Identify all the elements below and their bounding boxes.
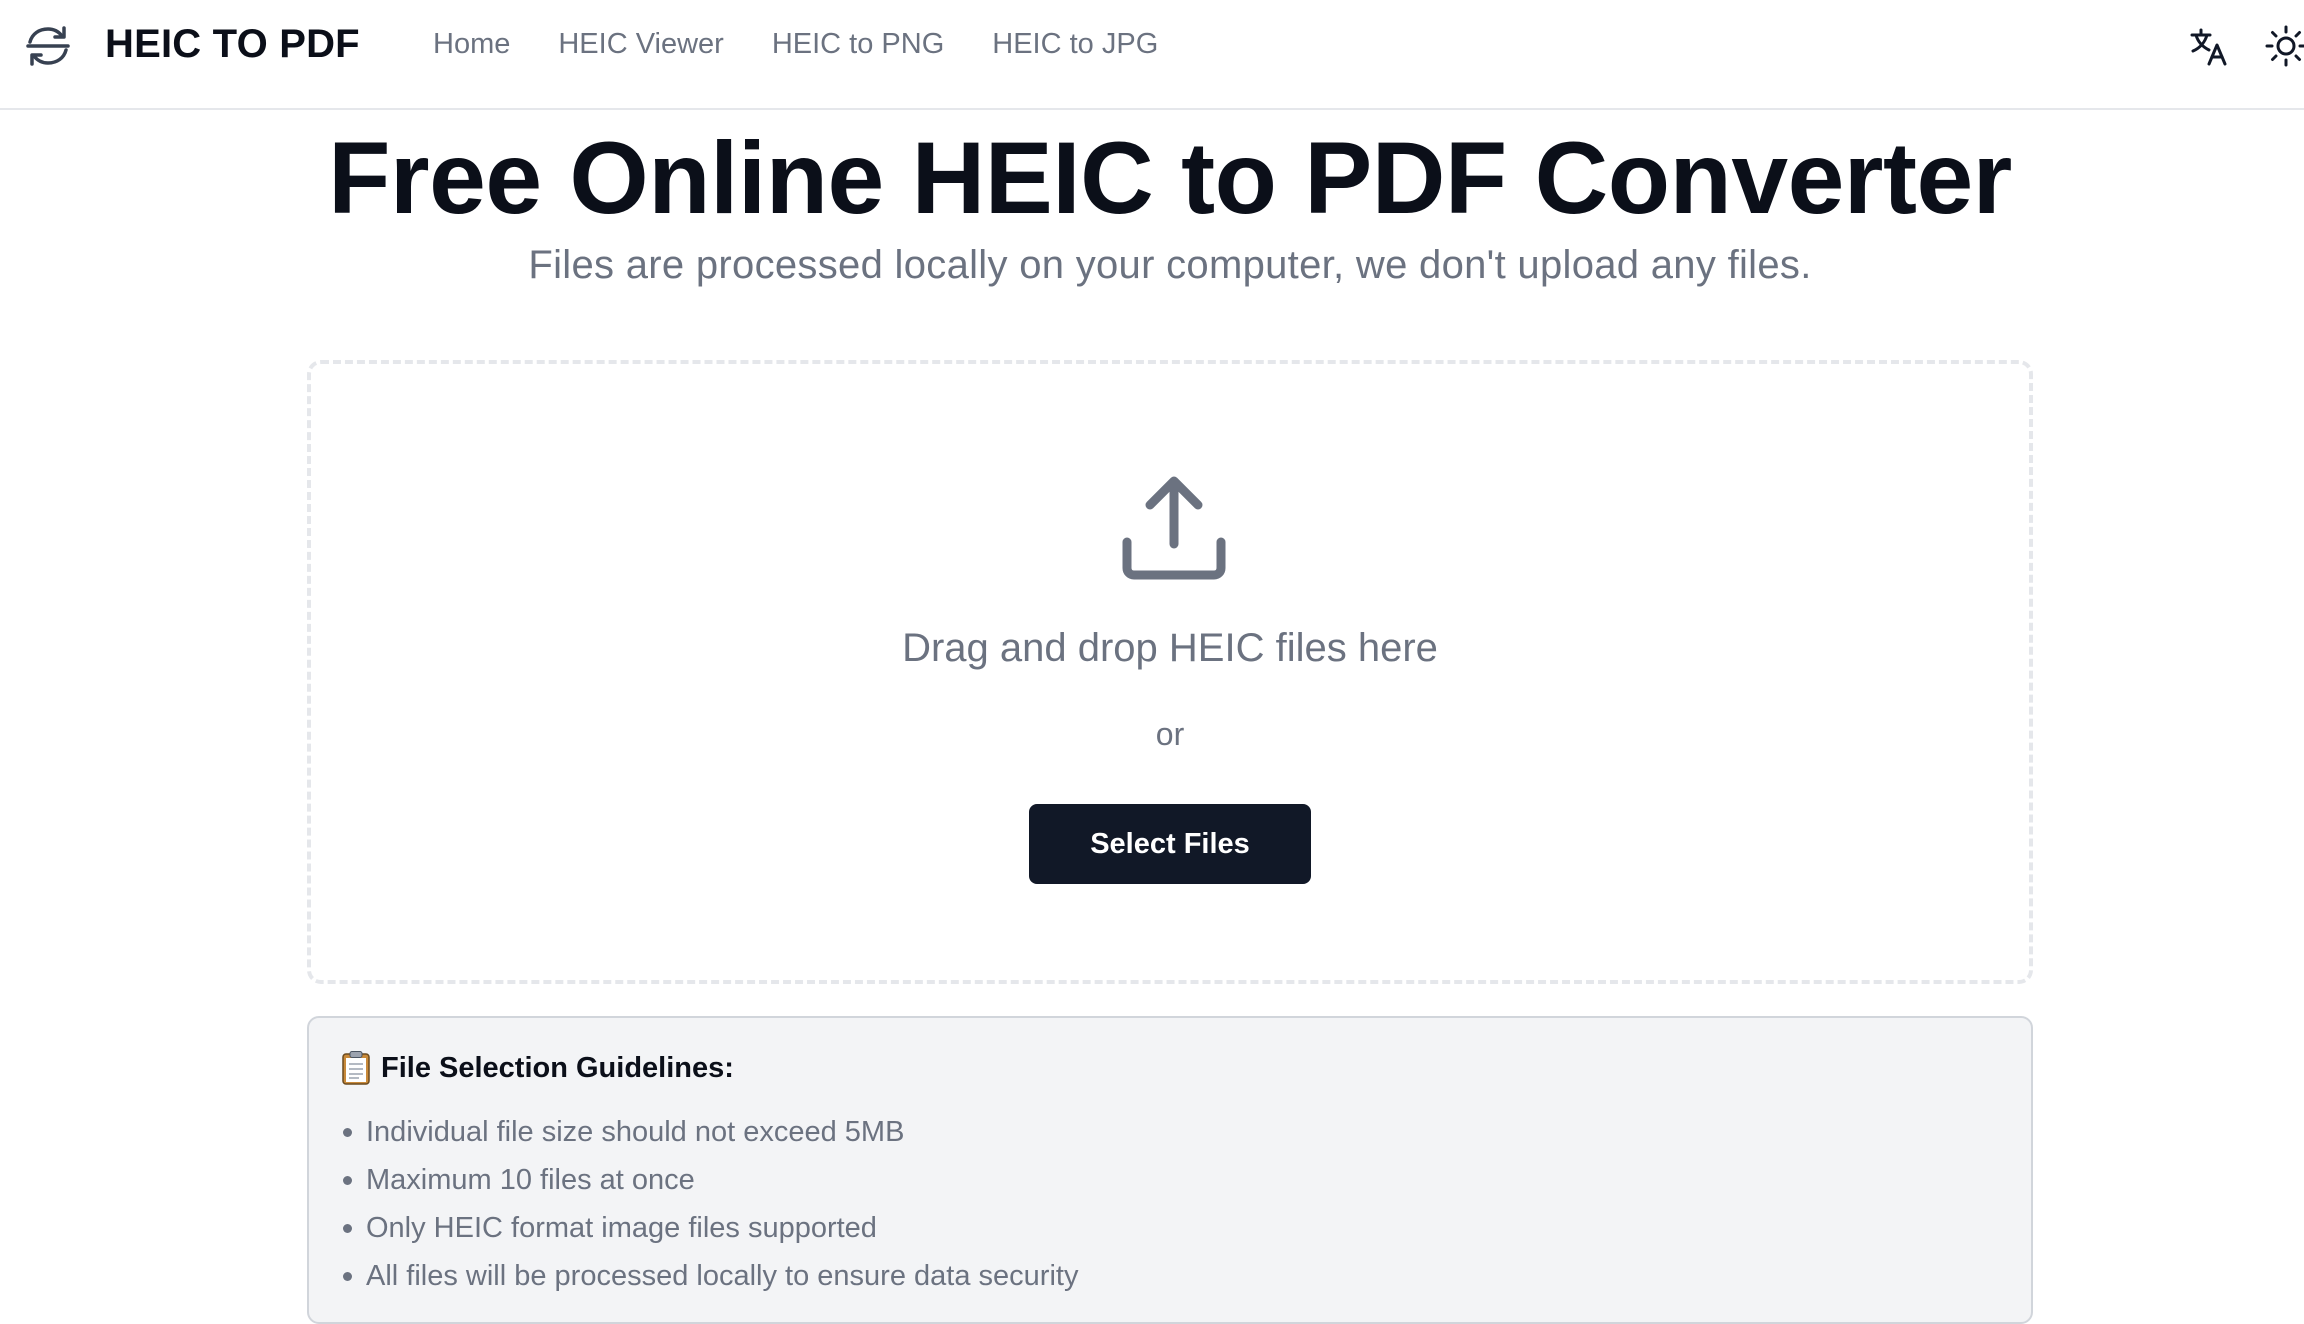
guidelines-heading: File Selection Guidelines: xyxy=(341,1050,734,1086)
guidelines-title: File Selection Guidelines: xyxy=(381,1051,734,1084)
file-dropzone[interactable]: Drag and drop HEIC files here or Select … xyxy=(307,360,2033,984)
file-guidelines-panel: File Selection Guidelines: Individual fi… xyxy=(307,1016,2033,1324)
brand-logo[interactable]: HEIC TO PDF xyxy=(105,22,360,67)
guideline-text: Maximum 10 files at once xyxy=(366,1164,695,1196)
nav-heic-to-jpg[interactable]: HEIC to JPG xyxy=(992,28,1158,61)
clipboard-icon xyxy=(341,1050,371,1086)
list-item: All files will be processed locally to e… xyxy=(343,1252,1078,1300)
main-nav: Home HEIC Viewer HEIC to PNG HEIC to JPG xyxy=(433,28,1158,61)
bullet-icon xyxy=(343,1271,352,1281)
page-title: Free Online HEIC to PDF Converter xyxy=(328,121,2012,235)
sun-icon[interactable] xyxy=(2264,24,2304,68)
guideline-text: Individual file size should not exceed 5… xyxy=(366,1116,905,1148)
select-files-button[interactable]: Select Files xyxy=(1029,804,1311,884)
list-item: Only HEIC format image files supported xyxy=(343,1204,1078,1252)
guidelines-list: Individual file size should not exceed 5… xyxy=(343,1108,1078,1300)
arrows-exchange-icon[interactable] xyxy=(22,20,74,72)
nav-heic-to-png[interactable]: HEIC to PNG xyxy=(772,28,944,61)
bullet-icon xyxy=(343,1127,352,1137)
bullet-icon xyxy=(343,1223,352,1233)
drag-drop-text: Drag and drop HEIC files here xyxy=(902,626,1438,670)
guideline-text: Only HEIC format image files supported xyxy=(366,1212,877,1244)
or-separator: or xyxy=(1155,716,1185,752)
page-subtitle: Files are processed locally on your comp… xyxy=(528,243,1812,287)
bullet-icon xyxy=(343,1175,352,1185)
list-item: Individual file size should not exceed 5… xyxy=(343,1108,1078,1156)
list-item: Maximum 10 files at once xyxy=(343,1156,1078,1204)
site-header: HEIC TO PDF Home HEIC Viewer HEIC to PNG… xyxy=(0,0,2304,110)
guideline-text: All files will be processed locally to e… xyxy=(366,1260,1079,1292)
translate-icon[interactable] xyxy=(2188,26,2228,68)
upload-icon xyxy=(1117,472,1231,586)
nav-heic-viewer[interactable]: HEIC Viewer xyxy=(558,28,723,61)
nav-home[interactable]: Home xyxy=(433,28,510,61)
